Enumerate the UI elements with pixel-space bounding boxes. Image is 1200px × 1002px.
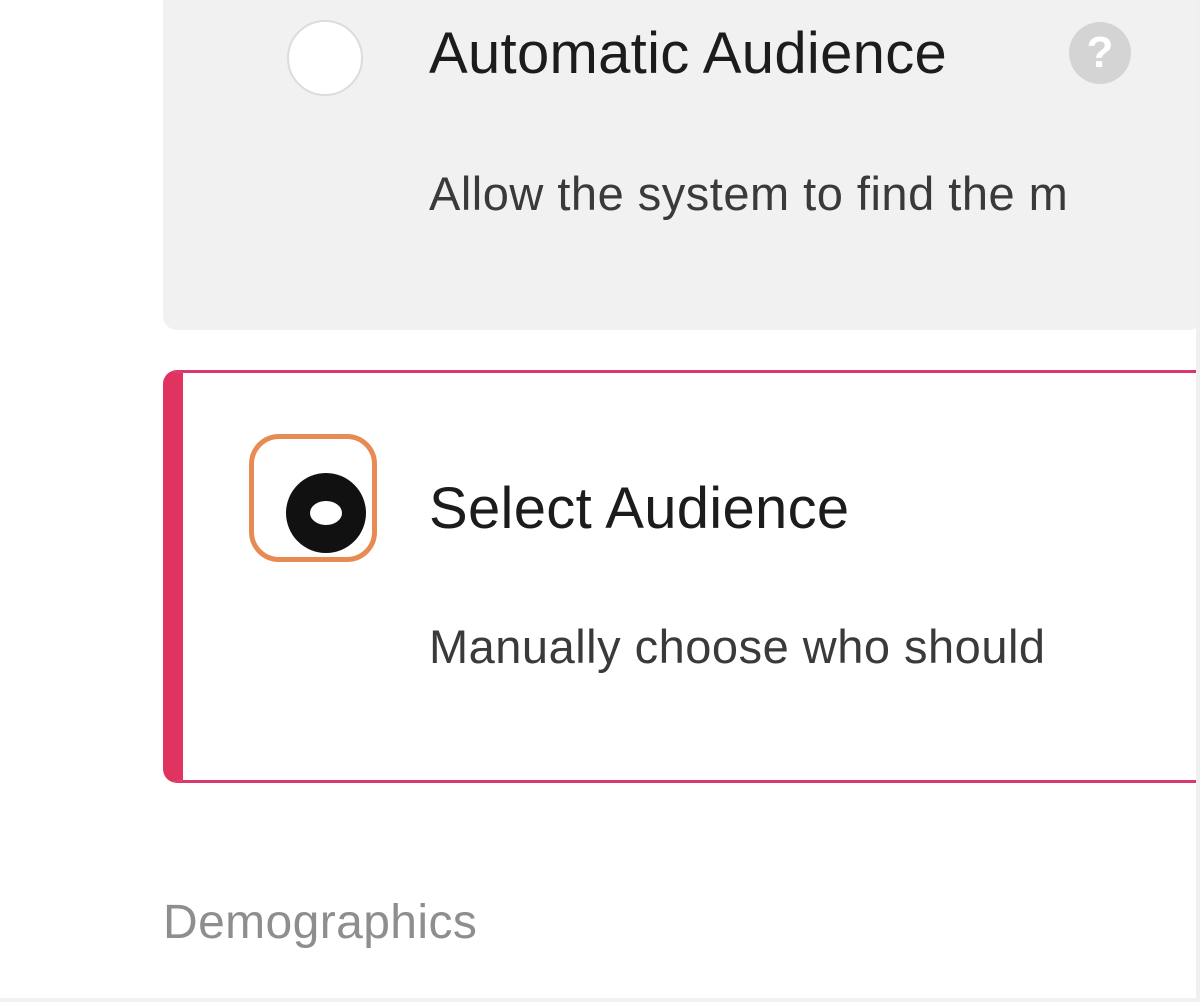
select-audience-description: Manually choose who should [429, 620, 1046, 673]
question-mark-icon[interactable]: ? [1069, 22, 1131, 84]
automatic-audience-title: Automatic Audience [429, 21, 948, 86]
automatic-audience-radio[interactable] [287, 20, 363, 96]
automatic-audience-option[interactable]: Automatic Audience ? Allow the system to… [163, 0, 1196, 330]
demographics-heading: Demographics [163, 896, 478, 949]
select-audience-radio[interactable] [286, 473, 366, 553]
select-audience-title: Select Audience [429, 476, 850, 541]
select-audience-option[interactable]: Select Audience Manually choose who shou… [163, 370, 1196, 783]
audience-settings-panel: Automatic Audience ? Allow the system to… [0, 0, 1200, 1002]
automatic-audience-description: Allow the system to find the m [429, 167, 1069, 220]
